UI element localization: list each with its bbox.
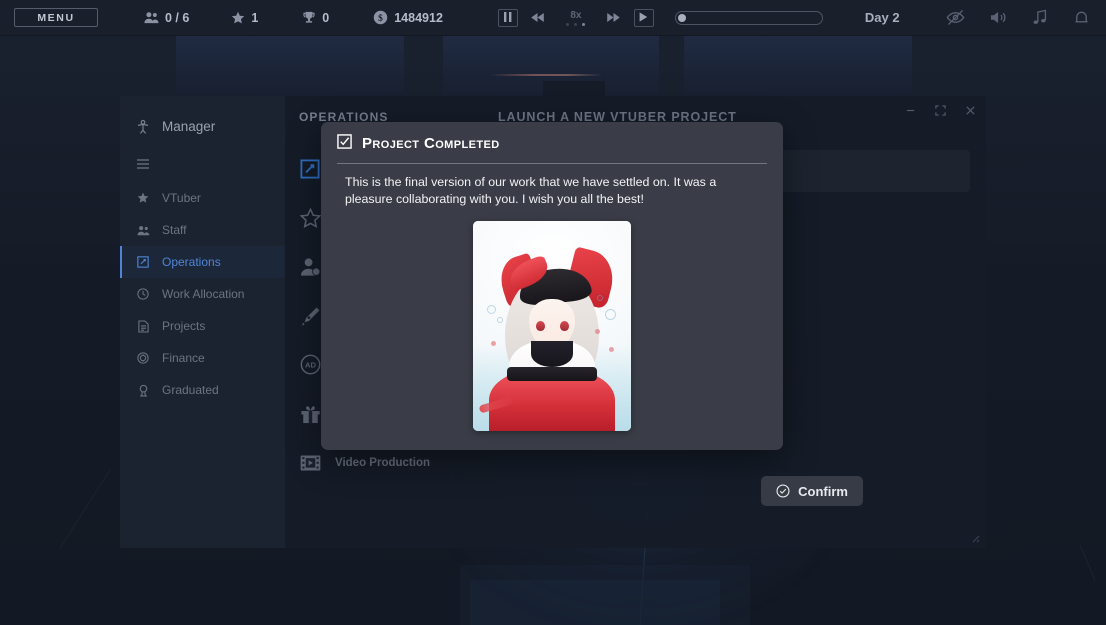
stat-money: $ 1484912 — [373, 10, 443, 25]
speed-dots — [566, 23, 585, 26]
stat-money-value: 1484912 — [394, 11, 443, 25]
dialog-actions: Confirm — [120, 476, 986, 506]
pause-button[interactable] — [493, 5, 523, 31]
stat-population-value: 0 / 6 — [165, 11, 189, 25]
sidebar-item-label: Graduated — [162, 383, 219, 397]
dialog-divider — [337, 163, 767, 164]
sidebar-item-label: Operations — [162, 255, 221, 269]
stat-population: 0 / 6 — [144, 11, 189, 25]
rewind-button[interactable] — [523, 5, 553, 31]
sidebar-menu-toggle[interactable] — [120, 146, 285, 182]
vtuber-character-illustration — [473, 221, 631, 431]
window-resize-handle[interactable] — [968, 530, 980, 542]
sidebar-item-label: Work Allocation — [162, 287, 244, 301]
play-icon — [639, 11, 648, 25]
new-vtuber-icon — [299, 159, 321, 179]
checkbox-checked-icon — [337, 134, 352, 153]
speed-dot — [566, 23, 569, 26]
top-right-icons — [946, 9, 1090, 27]
video-production-icon — [299, 454, 321, 472]
star-icon — [231, 11, 245, 25]
sidebar-item-label: Staff — [162, 223, 186, 237]
sidebar-item-graduated[interactable]: Graduated — [120, 374, 285, 406]
progress-knob[interactable] — [678, 14, 686, 22]
star-icon — [136, 192, 150, 204]
project-completed-dialog: Project Completed This is the final vers… — [321, 122, 783, 450]
fast-forward-icon — [607, 11, 620, 25]
check-circle-icon — [776, 484, 790, 498]
svg-text:$: $ — [378, 13, 383, 24]
speed-label: 8x — [570, 10, 581, 21]
sidebar-item-work-allocation[interactable]: Work Allocation — [120, 278, 285, 310]
stat-trophies-value: 0 — [322, 11, 329, 25]
pause-icon — [504, 11, 512, 25]
sidebar-header-label: Manager — [162, 119, 215, 134]
manager-icon — [136, 119, 150, 134]
hamburger-icon — [136, 158, 150, 170]
staff-icon — [136, 225, 150, 236]
svg-text:AD: AD — [304, 361, 316, 370]
menu-button-label: MENU — [37, 12, 74, 24]
stat-rating: 1 — [231, 11, 258, 25]
fast-forward-button[interactable] — [599, 5, 629, 31]
playback-controls: 8x — [493, 5, 823, 31]
top-status-bar: MENU 0 / 6 1 — [0, 0, 1106, 36]
dialog-title: Project Completed — [362, 135, 500, 152]
sidebar-item-label: Projects — [162, 319, 205, 333]
sidebar-item-finance[interactable]: Finance — [120, 342, 285, 374]
music-note-icon[interactable] — [1032, 9, 1049, 26]
graduated-icon — [136, 384, 150, 397]
artwork-container — [337, 221, 767, 431]
money-icon: $ — [373, 10, 388, 25]
day-counter: Day 2 — [865, 10, 900, 25]
dialog-title-row: Project Completed — [337, 134, 767, 163]
run-ads-icon: AD — [299, 354, 321, 375]
hire-staff-icon — [299, 257, 321, 277]
app-root: MENU 0 / 6 1 — [0, 0, 1106, 625]
speed-dot — [574, 23, 577, 26]
clock-icon — [136, 288, 150, 300]
finance-icon — [136, 352, 150, 364]
confirm-button-label: Confirm — [798, 484, 848, 499]
operation-label: Video Production — [335, 457, 430, 469]
eye-off-icon[interactable] — [946, 9, 965, 26]
trophy-icon — [302, 11, 316, 25]
stat-rating-value: 1 — [251, 11, 258, 25]
speed-dot-active — [582, 23, 585, 26]
menu-button[interactable]: MENU — [14, 8, 98, 27]
speed-indicator[interactable]: 8x — [553, 10, 599, 26]
play-button[interactable] — [629, 5, 659, 31]
recruit-artists-icon — [299, 208, 321, 228]
sidebar-item-label: VTuber — [162, 191, 201, 205]
sidebar-item-vtuber[interactable]: VTuber — [120, 182, 285, 214]
time-progress-slider[interactable] — [675, 11, 823, 25]
operations-icon — [136, 256, 150, 268]
document-icon — [136, 320, 150, 333]
sidebar-header: Manager — [120, 110, 285, 142]
merchandise-icon — [299, 404, 321, 424]
sidebar-item-projects[interactable]: Projects — [120, 310, 285, 342]
confirm-button[interactable]: Confirm — [761, 476, 863, 506]
rewind-icon — [531, 11, 544, 25]
sidebar-item-label: Finance — [162, 351, 205, 365]
sidebar-item-staff[interactable]: Staff — [120, 214, 285, 246]
sidebar-item-operations[interactable]: Operations — [120, 246, 285, 278]
people-icon — [144, 11, 159, 24]
stat-trophies: 0 — [302, 11, 329, 25]
dialog-body-text: This is the final version of our work th… — [337, 174, 767, 207]
seek-partnerships-icon — [299, 306, 321, 326]
bell-icon[interactable] — [1073, 9, 1090, 27]
speaker-icon[interactable] — [989, 9, 1008, 26]
